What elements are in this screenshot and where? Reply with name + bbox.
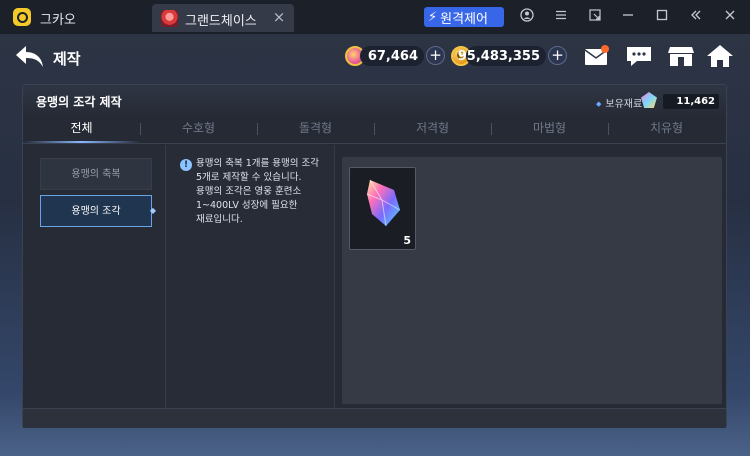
tab-label: 그랜드체이스	[185, 14, 257, 29]
category-tabs: 전체 수호형 돌격형 저격형 마법형 치유형	[23, 115, 726, 143]
recipe-list: 용맹의 축복 용맹의 조각 ◆	[24, 145, 165, 408]
tab-sniper[interactable]: 저격형	[374, 115, 491, 143]
buy-gems-button[interactable]: +	[426, 46, 445, 65]
list-item-blessing[interactable]: 용맹의 축복	[40, 158, 152, 190]
account-icon[interactable]	[518, 8, 536, 26]
panel-header: 용맹의 조각 제작 보유재료 11,462	[23, 85, 726, 115]
recipe-info: ! 용맹의 축복 1개를 용맹의 조각 5개로 제작할 수 있습니다. 용맹의 …	[166, 145, 334, 408]
shop-icon[interactable]	[667, 43, 695, 69]
owned-materials-label: 보유재료	[596, 95, 642, 110]
description-line: 5개로 제작할 수 있습니다.	[196, 172, 302, 183]
collapse-sidebar-icon[interactable]	[687, 8, 705, 26]
tab-all[interactable]: 전체	[23, 115, 140, 143]
buy-gold-button[interactable]: +	[548, 46, 567, 65]
back-arrow-icon[interactable]	[14, 44, 46, 70]
panel-footer	[23, 408, 726, 428]
page-title: 제작	[53, 50, 81, 68]
crystal-fragment-icon	[366, 179, 401, 227]
tab-assault[interactable]: 돌격형	[257, 115, 374, 143]
maximize-icon[interactable]	[653, 8, 671, 26]
tab-close-icon[interactable]: ×	[270, 8, 288, 26]
crafting-panel: 용맹의 조각 제작 보유재료 11,462 전체 수호형 돌격형 저격형 마법형…	[22, 84, 727, 428]
panel-title: 용맹의 조각 제작	[36, 95, 122, 109]
game-screen: 제작 67,464 + G 95,483,355 + 용맹의 조각 제작 보유재…	[0, 34, 750, 456]
tab-magic[interactable]: 마법형	[491, 115, 608, 143]
home-icon[interactable]	[706, 43, 734, 69]
selected-indicator-icon: ◆	[149, 206, 157, 215]
column-divider	[334, 145, 335, 408]
remote-control-button[interactable]: ⚡ 원격제어	[424, 7, 504, 27]
tab-healer[interactable]: 치유형	[608, 115, 725, 143]
description-line: 용맹의 조각은 영웅 훈련소	[196, 186, 302, 197]
app-name: 그카오	[40, 13, 76, 28]
gem-amount: 67,464	[360, 46, 424, 66]
item-slot-fragment[interactable]: 5	[349, 167, 416, 250]
menu-icon[interactable]	[552, 8, 570, 26]
list-item-fragment[interactable]: 용맹의 조각 ◆	[40, 195, 156, 227]
window-titlebar: 그카오 그랜드체이스 × ⚡ 원격제어	[0, 0, 750, 34]
item-quantity: 5	[403, 234, 411, 247]
list-item-label: 용맹의 조각	[71, 206, 121, 217]
game-favicon-icon	[161, 10, 178, 27]
recipe-description: 용맹의 축복 1개를 용맹의 조각 5개로 제작할 수 있습니다. 용맹의 조각…	[196, 157, 332, 227]
browser-tab-grandchase[interactable]: 그랜드체이스 ×	[152, 4, 294, 32]
tabs-divider	[23, 143, 726, 144]
gold-amount: 95,483,355	[458, 46, 546, 66]
tab-guardian[interactable]: 수호형	[140, 115, 257, 143]
app-logo-icon	[13, 8, 31, 26]
description-line: 재료입니다.	[196, 214, 243, 225]
craft-result-grid: 5	[342, 157, 722, 404]
lightning-icon: ⚡	[428, 9, 438, 25]
chat-icon[interactable]	[625, 43, 653, 69]
prism-material-icon	[641, 92, 657, 108]
remote-control-label: 원격제어	[440, 11, 488, 27]
mail-icon[interactable]	[583, 43, 611, 69]
info-icon: !	[180, 159, 192, 171]
minimize-icon[interactable]	[619, 8, 637, 26]
owned-materials-count: 11,462	[663, 94, 719, 109]
popout-icon[interactable]	[586, 8, 604, 26]
close-window-icon[interactable]	[721, 8, 739, 26]
description-line: 용맹의 축복 1개를 용맹의 조각	[196, 158, 320, 169]
description-line: 1~400LV 성장에 필요한	[196, 200, 298, 211]
